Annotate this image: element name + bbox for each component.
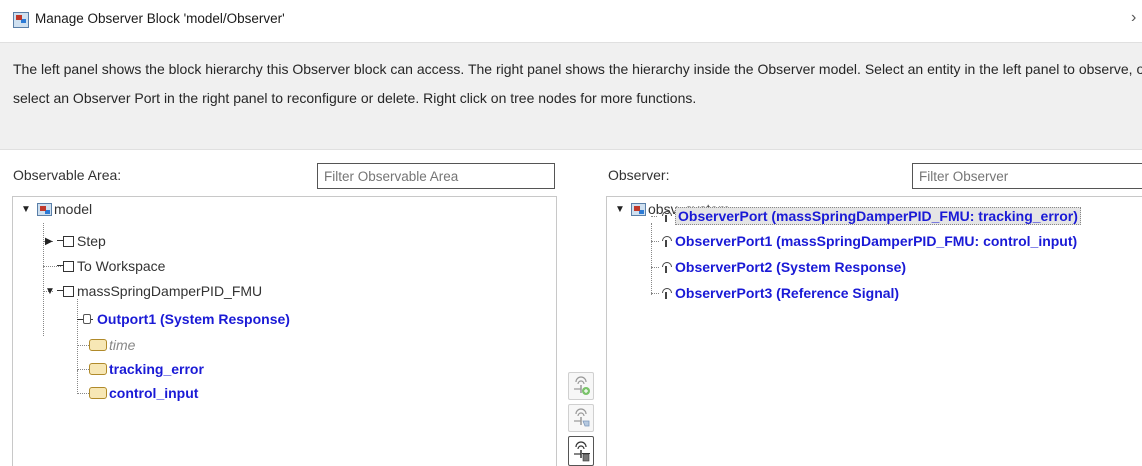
filter-observable-area-input[interactable] [317, 163, 555, 189]
tree-node-label: Step [77, 233, 106, 249]
tree-connector [77, 393, 89, 394]
observer-port-icon [659, 233, 673, 249]
tree-connector [77, 370, 78, 394]
add-observer-port-icon [574, 376, 590, 395]
tree-connector [651, 241, 659, 242]
tree-node-tracking-error[interactable]: tracking_error [89, 358, 204, 380]
reconfigure-observer-port-icon [574, 408, 590, 427]
tree-connector [43, 223, 44, 336]
info-bar: The left panel shows the block hierarchy… [0, 42, 1142, 150]
add-observer-port-button[interactable] [568, 372, 594, 400]
observable-area-tree[interactable]: ▼ model ▶ Step To Workspace ▼ massSpring… [12, 196, 557, 466]
tree-node-fmu[interactable]: ▼ massSpringDamperPID_FMU [45, 280, 262, 302]
tree-connector [77, 345, 89, 346]
delete-observer-port-button[interactable] [568, 436, 594, 466]
block-icon [57, 260, 75, 272]
close-icon[interactable]: › [1131, 9, 1136, 27]
reconfigure-observer-port-button[interactable] [568, 404, 594, 432]
tree-node-label: model [54, 201, 93, 217]
tree-connector [77, 369, 89, 370]
window-title: Manage Observer Block 'model/Observer' [35, 11, 285, 26]
observer-port-icon [659, 285, 673, 301]
tree-node-label: control_input [109, 385, 199, 401]
tree-node-label: tracking_error [109, 361, 204, 377]
tree-node-to-workspace[interactable]: To Workspace [57, 255, 165, 277]
tree-node-observer-port3[interactable]: ObserverPort3 (Reference Signal) [659, 282, 899, 304]
signal-icon [89, 339, 107, 351]
tree-connector [651, 267, 659, 268]
tree-node-outport1[interactable]: Outport1 (System Response) [77, 308, 290, 330]
block-icon [57, 285, 75, 297]
delete-observer-port-icon [574, 441, 590, 462]
signal-icon [89, 387, 107, 399]
model-icon [37, 202, 52, 216]
tree-node-time[interactable]: time [89, 334, 135, 356]
signal-icon [89, 363, 107, 375]
tree-node-label: ObserverPort2 (System Response) [675, 259, 907, 275]
tree-node-label: ObserverPort1 (massSpringDamperPID_FMU: … [675, 233, 1078, 249]
title-bar: Manage Observer Block 'model/Observer' › [0, 0, 1142, 40]
tree-node-label: ObserverPort3 (Reference Signal) [675, 285, 900, 301]
observer-port-icon [659, 259, 673, 275]
tree-node-control-input[interactable]: control_input [89, 382, 198, 404]
expand-arrow-icon[interactable]: ▼ [615, 204, 627, 215]
block-icon [57, 235, 75, 247]
tree-node-label: To Workspace [77, 258, 166, 274]
expand-arrow-icon[interactable]: ▼ [45, 286, 57, 297]
tree-node-observer-port1[interactable]: ObserverPort1 (massSpringDamperPID_FMU: … [659, 230, 1077, 252]
tree-node-label: massSpringDamperPID_FMU [77, 283, 263, 299]
tree-node-observer-port2[interactable]: ObserverPort2 (System Response) [659, 256, 906, 278]
tree-node-label: time [109, 337, 136, 353]
observer-label: Observer: [608, 167, 670, 183]
collapse-arrow-icon[interactable]: ▶ [45, 236, 57, 247]
model-icon [631, 202, 646, 216]
outport-icon [77, 312, 95, 326]
tree-node-observer-port[interactable]: ObserverPort (massSpringDamperPID_FMU: t… [659, 205, 1081, 227]
simulink-app-icon [13, 12, 29, 28]
tree-node-step[interactable]: ▶ Step [45, 230, 106, 252]
info-text: The left panel shows the block hierarchy… [13, 61, 1142, 106]
tree-node-model[interactable]: ▼ model [21, 189, 92, 229]
tree-node-label: ObserverPort (massSpringDamperPID_FMU: t… [675, 207, 1081, 225]
filter-observer-input[interactable] [912, 163, 1142, 189]
observer-tree[interactable]: ▼ obsv_system ObserverPort (massSpringDa… [606, 196, 1142, 466]
tree-connector [651, 293, 659, 294]
observer-port-icon [659, 208, 673, 224]
tree-node-label: Outport1 (System Response) [97, 311, 290, 327]
tree-connector [651, 223, 652, 295]
observable-area-label: Observable Area: [13, 167, 122, 183]
expand-arrow-icon[interactable]: ▼ [21, 204, 33, 215]
